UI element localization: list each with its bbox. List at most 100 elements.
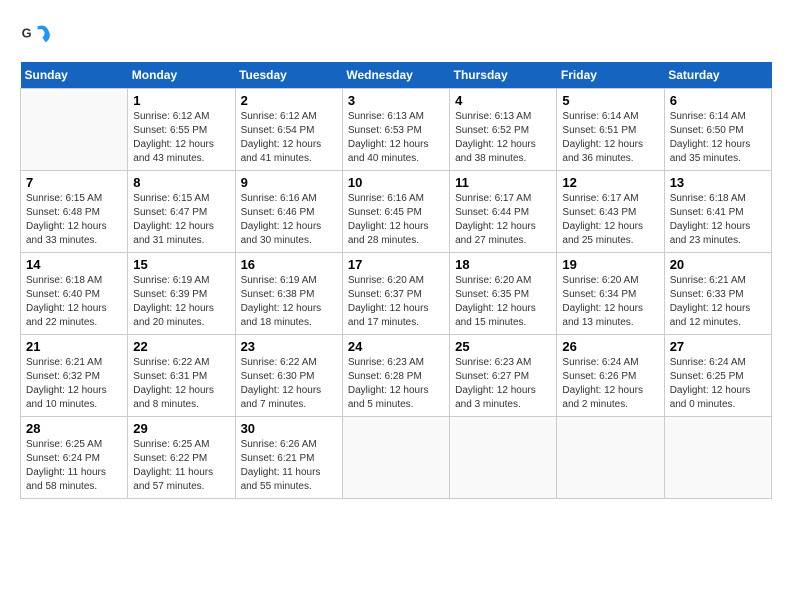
calendar-cell: 29 Sunrise: 6:25 AM Sunset: 6:22 PM Dayli…: [128, 417, 235, 499]
calendar-cell: 13 Sunrise: 6:18 AM Sunset: 6:41 PM Dayli…: [664, 171, 771, 253]
day-number: 20: [670, 257, 766, 272]
day-number: 13: [670, 175, 766, 190]
svg-text:G: G: [22, 26, 32, 41]
calendar-week-2: 7 Sunrise: 6:15 AM Sunset: 6:48 PM Daylig…: [21, 171, 772, 253]
day-info: Sunrise: 6:18 AM Sunset: 6:41 PM Dayligh…: [670, 192, 766, 248]
weekday-friday: Friday: [557, 62, 664, 89]
day-info: Sunrise: 6:17 AM Sunset: 6:44 PM Dayligh…: [455, 192, 551, 248]
calendar-cell: 7 Sunrise: 6:15 AM Sunset: 6:48 PM Daylig…: [21, 171, 128, 253]
calendar-cell: 5Sunrise: 6:14 AM Sunset: 6:51 PM Daylig…: [557, 89, 664, 171]
day-info: Sunrise: 6:21 AM Sunset: 6:33 PM Dayligh…: [670, 274, 766, 330]
calendar-cell: 23 Sunrise: 6:22 AM Sunset: 6:30 PM Dayli…: [235, 335, 342, 417]
day-info: Sunrise: 6:20 AM Sunset: 6:37 PM Dayligh…: [348, 274, 444, 330]
day-number: 25: [455, 339, 551, 354]
day-info: Sunrise: 6:13 AM Sunset: 6:52 PM Dayligh…: [455, 110, 551, 166]
calendar-cell: 6 Sunrise: 6:14 AM Sunset: 6:50 PM Daylig…: [664, 89, 771, 171]
day-number: 10: [348, 175, 444, 190]
day-number: 8: [133, 175, 229, 190]
day-info: Sunrise: 6:25 AM Sunset: 6:24 PM Dayligh…: [26, 438, 122, 494]
calendar-cell: 18 Sunrise: 6:20 AM Sunset: 6:35 PM Dayli…: [450, 253, 557, 335]
day-number: 4: [455, 93, 551, 108]
day-number: 24: [348, 339, 444, 354]
calendar-cell: 15 Sunrise: 6:19 AM Sunset: 6:39 PM Dayli…: [128, 253, 235, 335]
day-info: Sunrise: 6:15 AM Sunset: 6:48 PM Dayligh…: [26, 192, 122, 248]
day-number: 15: [133, 257, 229, 272]
calendar-cell: [664, 417, 771, 499]
calendar-cell: [21, 89, 128, 171]
weekday-thursday: Thursday: [450, 62, 557, 89]
day-number: 7: [26, 175, 122, 190]
day-number: 28: [26, 421, 122, 436]
weekday-sunday: Sunday: [21, 62, 128, 89]
day-number: 19: [562, 257, 658, 272]
calendar-cell: 27 Sunrise: 6:24 AM Sunset: 6:25 PM Dayli…: [664, 335, 771, 417]
day-info: Sunrise: 6:17 AM Sunset: 6:43 PM Dayligh…: [562, 192, 658, 248]
day-info: Sunrise: 6:15 AM Sunset: 6:47 PM Dayligh…: [133, 192, 229, 248]
calendar-cell: 9Sunrise: 6:16 AM Sunset: 6:46 PM Daylig…: [235, 171, 342, 253]
day-number: 18: [455, 257, 551, 272]
day-number: 17: [348, 257, 444, 272]
day-number: 29: [133, 421, 229, 436]
logo: G: [20, 20, 56, 52]
day-number: 23: [241, 339, 337, 354]
calendar-cell: 17 Sunrise: 6:20 AM Sunset: 6:37 PM Dayli…: [342, 253, 449, 335]
day-info: Sunrise: 6:19 AM Sunset: 6:38 PM Dayligh…: [241, 274, 337, 330]
weekday-monday: Monday: [128, 62, 235, 89]
day-number: 30: [241, 421, 337, 436]
day-number: 1: [133, 93, 229, 108]
calendar-cell: 1 Sunrise: 6:12 AM Sunset: 6:55 PM Daylig…: [128, 89, 235, 171]
weekday-header-row: SundayMondayTuesdayWednesdayThursdayFrid…: [21, 62, 772, 89]
day-number: 3: [348, 93, 444, 108]
calendar-cell: 3Sunrise: 6:13 AM Sunset: 6:53 PM Daylig…: [342, 89, 449, 171]
page-header: G: [20, 20, 772, 52]
day-info: Sunrise: 6:25 AM Sunset: 6:22 PM Dayligh…: [133, 438, 229, 494]
day-info: Sunrise: 6:24 AM Sunset: 6:25 PM Dayligh…: [670, 356, 766, 412]
day-info: Sunrise: 6:14 AM Sunset: 6:50 PM Dayligh…: [670, 110, 766, 166]
day-info: Sunrise: 6:12 AM Sunset: 6:54 PM Dayligh…: [241, 110, 337, 166]
day-info: Sunrise: 6:23 AM Sunset: 6:27 PM Dayligh…: [455, 356, 551, 412]
day-info: Sunrise: 6:20 AM Sunset: 6:35 PM Dayligh…: [455, 274, 551, 330]
day-info: Sunrise: 6:16 AM Sunset: 6:45 PM Dayligh…: [348, 192, 444, 248]
calendar-cell: 21 Sunrise: 6:21 AM Sunset: 6:32 PM Dayli…: [21, 335, 128, 417]
calendar-cell: 4 Sunrise: 6:13 AM Sunset: 6:52 PM Daylig…: [450, 89, 557, 171]
weekday-tuesday: Tuesday: [235, 62, 342, 89]
day-number: 2: [241, 93, 337, 108]
calendar-cell: 22Sunrise: 6:22 AM Sunset: 6:31 PM Dayli…: [128, 335, 235, 417]
day-info: Sunrise: 6:22 AM Sunset: 6:30 PM Dayligh…: [241, 356, 337, 412]
calendar-cell: [450, 417, 557, 499]
day-number: 22: [133, 339, 229, 354]
day-number: 12: [562, 175, 658, 190]
day-info: Sunrise: 6:19 AM Sunset: 6:39 PM Dayligh…: [133, 274, 229, 330]
weekday-saturday: Saturday: [664, 62, 771, 89]
calendar-cell: 2 Sunrise: 6:12 AM Sunset: 6:54 PM Daylig…: [235, 89, 342, 171]
day-number: 11: [455, 175, 551, 190]
calendar-table: SundayMondayTuesdayWednesdayThursdayFrid…: [20, 62, 772, 499]
day-number: 6: [670, 93, 766, 108]
calendar-cell: 14Sunrise: 6:18 AM Sunset: 6:40 PM Dayli…: [21, 253, 128, 335]
day-info: Sunrise: 6:23 AM Sunset: 6:28 PM Dayligh…: [348, 356, 444, 412]
day-info: Sunrise: 6:16 AM Sunset: 6:46 PM Dayligh…: [241, 192, 337, 248]
calendar-week-4: 21 Sunrise: 6:21 AM Sunset: 6:32 PM Dayli…: [21, 335, 772, 417]
day-info: Sunrise: 6:26 AM Sunset: 6:21 PM Dayligh…: [241, 438, 337, 494]
logo-icon: G: [20, 20, 52, 52]
day-info: Sunrise: 6:24 AM Sunset: 6:26 PM Dayligh…: [562, 356, 658, 412]
calendar-cell: [342, 417, 449, 499]
day-info: Sunrise: 6:20 AM Sunset: 6:34 PM Dayligh…: [562, 274, 658, 330]
calendar-body: 1 Sunrise: 6:12 AM Sunset: 6:55 PM Daylig…: [21, 89, 772, 499]
day-number: 16: [241, 257, 337, 272]
calendar-week-3: 14Sunrise: 6:18 AM Sunset: 6:40 PM Dayli…: [21, 253, 772, 335]
calendar-cell: 8 Sunrise: 6:15 AM Sunset: 6:47 PM Daylig…: [128, 171, 235, 253]
calendar-cell: 28 Sunrise: 6:25 AM Sunset: 6:24 PM Dayli…: [21, 417, 128, 499]
day-number: 21: [26, 339, 122, 354]
calendar-cell: 25 Sunrise: 6:23 AM Sunset: 6:27 PM Dayli…: [450, 335, 557, 417]
day-info: Sunrise: 6:21 AM Sunset: 6:32 PM Dayligh…: [26, 356, 122, 412]
day-info: Sunrise: 6:12 AM Sunset: 6:55 PM Dayligh…: [133, 110, 229, 166]
calendar-cell: 11 Sunrise: 6:17 AM Sunset: 6:44 PM Dayli…: [450, 171, 557, 253]
day-number: 26: [562, 339, 658, 354]
calendar-cell: [557, 417, 664, 499]
day-number: 27: [670, 339, 766, 354]
calendar-cell: 16 Sunrise: 6:19 AM Sunset: 6:38 PM Dayli…: [235, 253, 342, 335]
calendar-cell: 12 Sunrise: 6:17 AM Sunset: 6:43 PM Dayli…: [557, 171, 664, 253]
day-info: Sunrise: 6:14 AM Sunset: 6:51 PM Dayligh…: [562, 110, 658, 166]
day-number: 14: [26, 257, 122, 272]
